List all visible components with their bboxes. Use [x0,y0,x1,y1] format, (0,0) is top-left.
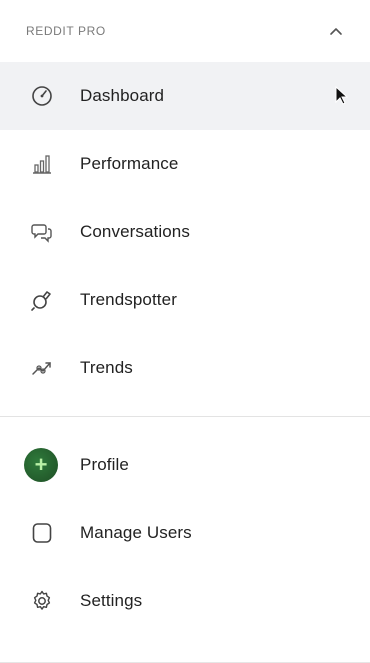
nav-item-label: Profile [80,455,129,474]
gear-icon [28,587,56,615]
nav-item-settings[interactable]: Settings [0,567,370,635]
nav-menu: Dashboard Performance Conversations Tren… [0,62,370,402]
nav-item-label: Performance [80,154,179,173]
divider [0,416,370,417]
gauge-icon [28,82,56,110]
nav-item-label: Trendspotter [80,290,177,309]
reddit-pro-sidebar: REDDIT PRO Dashboard Performance Convers… [0,0,370,663]
nav-item-performance[interactable]: Performance [0,130,370,198]
bar-chart-icon [28,150,56,178]
nav-item-conversations[interactable]: Conversations [0,198,370,266]
chevron-up-icon[interactable] [326,21,346,41]
chat-bubbles-icon [28,218,56,246]
nav-item-label: Settings [80,591,143,610]
nav-item-label: Trends [80,358,133,377]
avatar: + [24,448,58,482]
account-menu: + Profile Manage Users Settings [0,431,370,635]
square-outline-icon [28,519,56,547]
nav-item-trendspotter[interactable]: Trendspotter [0,266,370,334]
trend-link-icon [28,354,56,382]
nav-item-label: Dashboard [80,86,165,105]
nav-item-label: Manage Users [80,523,192,542]
section-title: REDDIT PRO [26,24,106,38]
nav-item-trends[interactable]: Trends [0,334,370,402]
section-header[interactable]: REDDIT PRO [0,0,370,62]
nav-item-profile[interactable]: + Profile [0,431,370,499]
mouse-pointer-icon [334,86,348,106]
trendspotter-icon [28,286,56,314]
nav-item-dashboard[interactable]: Dashboard [0,62,370,130]
nav-item-manage-users[interactable]: Manage Users [0,499,370,567]
nav-item-label: Conversations [80,222,190,241]
